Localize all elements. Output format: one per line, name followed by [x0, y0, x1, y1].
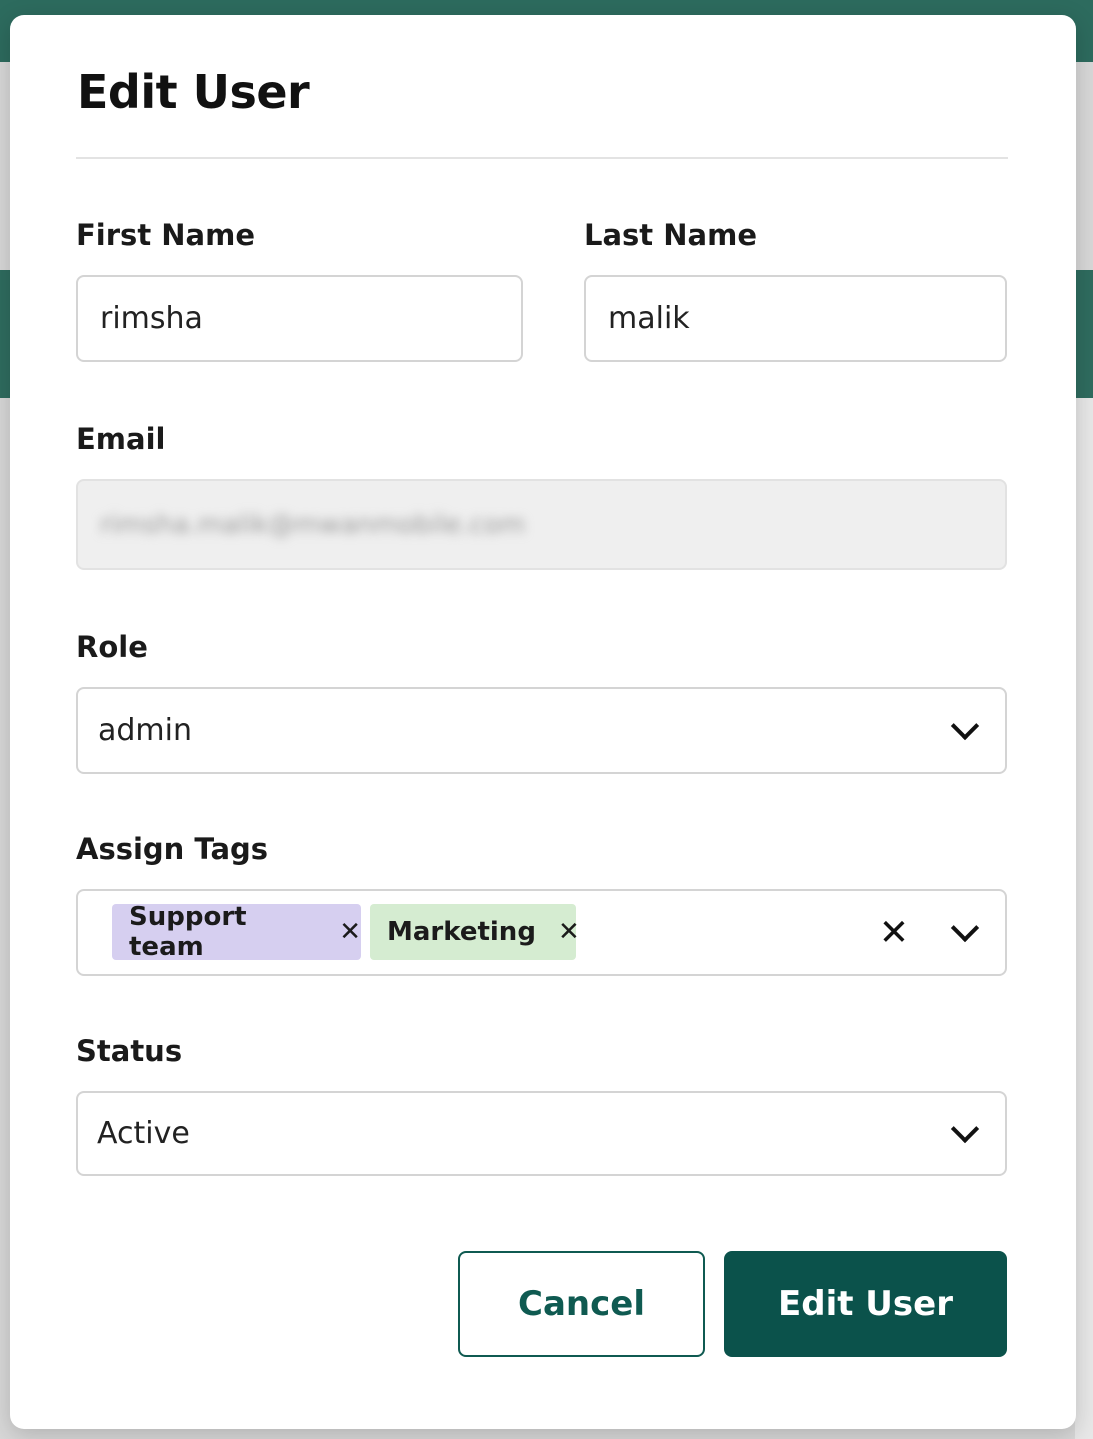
- close-icon[interactable]: ✕: [558, 917, 580, 947]
- edit-user-button[interactable]: Edit User: [724, 1251, 1007, 1357]
- tag-chip-label: Marketing: [387, 917, 536, 947]
- tag-chip-support-team: Support team ✕: [112, 902, 361, 962]
- backdrop-table-edge: [1075, 398, 1093, 1439]
- status-select[interactable]: Active: [76, 1091, 1007, 1176]
- tag-chip-marketing: Marketing ✕: [370, 904, 580, 960]
- role-label: Role: [76, 630, 148, 664]
- assign-tags-select[interactable]: Support team ✕ Marketing ✕ ✕: [76, 889, 1007, 976]
- first-name-input[interactable]: [100, 301, 521, 336]
- status-label: Status: [76, 1034, 183, 1068]
- assign-tags-label: Assign Tags: [76, 832, 269, 866]
- last-name-label: Last Name: [584, 218, 757, 252]
- email-value: rimsha.malik@mwanmobile.com: [100, 509, 526, 540]
- first-name-field[interactable]: [76, 275, 523, 362]
- clear-tags-icon[interactable]: ✕: [879, 912, 909, 953]
- role-select[interactable]: admin: [76, 687, 1007, 774]
- edit-user-modal: Edit User First Name Last Name Email rim…: [10, 15, 1076, 1429]
- close-icon[interactable]: ✕: [339, 917, 361, 947]
- status-value: Active: [97, 1116, 190, 1151]
- first-name-label: First Name: [76, 218, 255, 252]
- title-divider: [76, 157, 1008, 159]
- chevron-down-icon[interactable]: [950, 711, 980, 740]
- tag-chip-label: Support team: [129, 902, 247, 962]
- cancel-button[interactable]: Cancel: [458, 1251, 705, 1357]
- chevron-down-icon[interactable]: [950, 1114, 980, 1143]
- last-name-input[interactable]: [608, 301, 1005, 336]
- role-value: admin: [98, 713, 192, 748]
- chevron-down-icon[interactable]: [950, 913, 980, 942]
- email-field: rimsha.malik@mwanmobile.com: [76, 479, 1007, 570]
- last-name-field[interactable]: [584, 275, 1007, 362]
- email-label: Email: [76, 422, 166, 456]
- modal-title: Edit User: [77, 65, 310, 119]
